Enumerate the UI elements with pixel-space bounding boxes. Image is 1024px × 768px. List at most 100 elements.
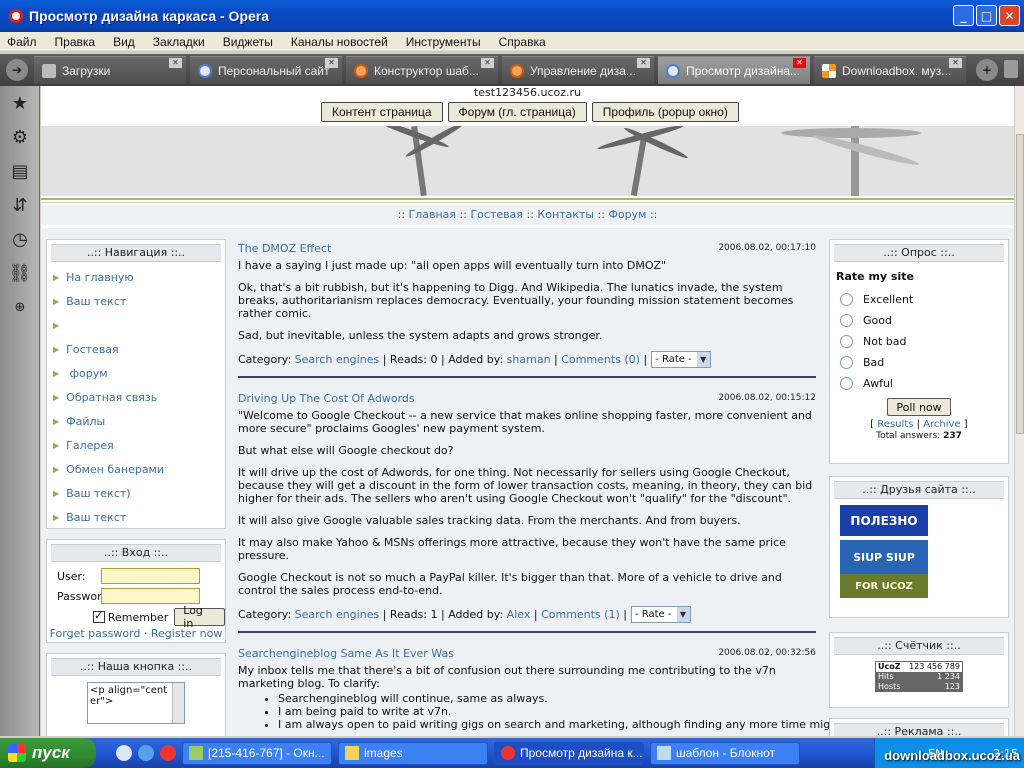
opera-icon bbox=[666, 63, 680, 78]
task-window[interactable]: images bbox=[338, 741, 488, 765]
page-scrollbar[interactable] bbox=[1014, 86, 1024, 736]
menu-file[interactable]: Файл bbox=[7, 35, 37, 49]
links-icon[interactable]: ⛓ bbox=[0, 256, 40, 290]
password-label: Password: bbox=[57, 589, 113, 603]
rate-select[interactable]: - Rate - ▼ bbox=[651, 351, 711, 368]
button-code-textarea[interactable]: <p align="center"> bbox=[87, 682, 185, 724]
menu-edit[interactable]: Правка bbox=[55, 35, 96, 49]
post-title-link[interactable]: Searchengineblog Same As It Ever Was bbox=[238, 647, 454, 660]
profile-popup-button[interactable]: Профиль (popup окно) bbox=[591, 102, 739, 122]
bookmarks-star-icon[interactable]: ★ bbox=[0, 86, 40, 120]
tab-close-icon[interactable]: ✕ bbox=[949, 58, 962, 68]
nav-item-text[interactable]: ▶ Ваш текст bbox=[47, 289, 225, 313]
remember-checkbox[interactable] bbox=[93, 609, 105, 623]
post-title-link[interactable]: Driving Up The Cost Of Adwords bbox=[238, 392, 415, 405]
nav-item-text-3[interactable]: ▶ Ваш текст bbox=[47, 505, 225, 529]
menu-feeds[interactable]: Каналы новостей bbox=[291, 35, 388, 49]
friend-banner[interactable]: ПОЛЕЗНО bbox=[840, 505, 928, 536]
nav-item-files[interactable]: ▶ Файлы bbox=[47, 409, 225, 433]
tab-design-preview[interactable]: Просмотр дизайна... ✕ bbox=[658, 56, 810, 84]
menu-widgets[interactable]: Виджеты bbox=[223, 35, 273, 49]
nav-item-text-2[interactable]: ▶ Ваш текст) bbox=[47, 481, 225, 505]
poll-option[interactable]: Not bad bbox=[830, 331, 1008, 352]
quicklaunch-icon[interactable] bbox=[116, 745, 132, 761]
friend-banner[interactable]: FOR UCOZ bbox=[840, 574, 928, 598]
tab-close-icon[interactable]: ✕ bbox=[169, 58, 182, 68]
friend-banner[interactable]: SIUP SIUP bbox=[840, 540, 928, 574]
comments-link[interactable]: Comments (0) bbox=[561, 353, 640, 366]
windows-taskbar: пуск [215-416-767] - Окн... images Просм… bbox=[0, 738, 1024, 768]
tab-back-icon[interactable]: ➔ bbox=[6, 59, 28, 81]
notes-icon[interactable]: ▤ bbox=[0, 154, 40, 188]
gear-icon[interactable]: ⚙ bbox=[0, 120, 40, 154]
poll-option[interactable]: Excellent bbox=[830, 289, 1008, 310]
poll-archive-link[interactable]: Archive bbox=[923, 419, 960, 430]
tab-downloadbox[interactable]: Downloadbox. муз... ✕ bbox=[814, 56, 966, 84]
tab-close-icon[interactable]: ✕ bbox=[481, 58, 494, 68]
maximize-button[interactable]: □ bbox=[976, 5, 997, 26]
close-window-button[interactable]: ✕ bbox=[999, 5, 1020, 26]
poll-results-link[interactable]: Results bbox=[877, 419, 913, 430]
rate-select[interactable]: - Rate - ▼ bbox=[630, 606, 691, 623]
add-panel-plus-icon[interactable]: ⊕ bbox=[0, 290, 40, 324]
category-link[interactable]: Search engines bbox=[295, 608, 380, 621]
poll-option[interactable]: Awful bbox=[830, 373, 1008, 394]
list-item: I am always open to paid writing gigs on… bbox=[278, 718, 869, 731]
nav-item-banner-exchange[interactable]: ▶ Обмен банерами bbox=[47, 457, 225, 481]
poll-option[interactable]: Bad bbox=[830, 352, 1008, 373]
menu-help[interactable]: Справка bbox=[499, 35, 546, 49]
nav-item-guestbook[interactable]: ▶ Гостевая bbox=[47, 337, 225, 361]
nav-item-feedback[interactable]: ▶ Обратная связь bbox=[47, 385, 225, 409]
author-link[interactable]: Alex bbox=[507, 608, 531, 621]
window-titlebar[interactable]: Просмотр дизайна каркаса - Opera _ □ ✕ bbox=[0, 0, 1024, 32]
register-link[interactable]: Register now bbox=[151, 627, 222, 640]
ie-icon[interactable] bbox=[138, 745, 154, 761]
comments-link[interactable]: Comments (1) bbox=[541, 608, 620, 621]
password-input[interactable] bbox=[101, 588, 200, 604]
task-window[interactable]: [215-416-767] - Окн... bbox=[182, 741, 332, 765]
transfers-icon[interactable]: ⇵ bbox=[0, 188, 40, 222]
task-window[interactable]: Просмотр дизайна к... bbox=[494, 741, 644, 765]
tab-close-icon[interactable]: ✕ bbox=[793, 58, 806, 68]
forgot-password-link[interactable]: Forget password bbox=[50, 627, 141, 640]
scroll-thumb[interactable] bbox=[1016, 134, 1024, 434]
minimize-button[interactable]: _ bbox=[953, 5, 974, 26]
tab-personal-site[interactable]: Персональный сайт ✕ bbox=[190, 56, 342, 84]
menu-bookmarks[interactable]: Закладки bbox=[153, 35, 205, 49]
nav-link-home[interactable]: Главная bbox=[409, 208, 457, 221]
nav-link-contacts[interactable]: Контакты bbox=[537, 208, 594, 221]
tab-label: Просмотр дизайна... bbox=[686, 63, 801, 78]
ucoz-counter[interactable]: UcoZ 123 456 789 Hits 1 234 Hosts 123 bbox=[875, 661, 963, 692]
content-page-button[interactable]: Контент страница bbox=[321, 102, 443, 122]
new-tab-plus-icon[interactable]: + bbox=[976, 59, 998, 81]
nav-item-gallery[interactable]: ▶ Галерея bbox=[47, 433, 225, 457]
tab-close-icon[interactable]: ✕ bbox=[325, 58, 338, 68]
username-input[interactable] bbox=[101, 568, 200, 584]
history-clock-icon[interactable]: ◷ bbox=[0, 222, 40, 256]
poll-now-button[interactable]: Poll now bbox=[887, 398, 951, 416]
nav-link-guestbook[interactable]: Гостевая bbox=[470, 208, 523, 221]
opera-icon[interactable] bbox=[160, 745, 176, 761]
nav-link-forum[interactable]: Форум bbox=[608, 208, 646, 221]
page-viewport: test123456.ucoz.ru Контент страница Фору… bbox=[41, 86, 1014, 736]
tab-downloads[interactable]: Загрузки ✕ bbox=[34, 56, 186, 84]
tab-design-management[interactable]: Управление диза... ✕ bbox=[502, 56, 654, 84]
forum-main-button[interactable]: Форум (гл. страница) bbox=[447, 102, 587, 122]
menu-tools[interactable]: Инструменты bbox=[406, 35, 481, 49]
category-link[interactable]: Search engines bbox=[295, 353, 380, 366]
menu-view[interactable]: Вид bbox=[113, 35, 135, 49]
task-window[interactable]: шаблон - Блокнот bbox=[650, 741, 800, 765]
nav-item-forum[interactable]: ▶ форум bbox=[47, 361, 225, 385]
tab-close-icon[interactable]: ✕ bbox=[637, 58, 650, 68]
trash-icon[interactable] bbox=[1004, 60, 1018, 78]
author-link[interactable]: shaman bbox=[507, 353, 551, 366]
tab-template-builder[interactable]: Конструктор шаб... ✕ bbox=[346, 56, 498, 84]
poll-option[interactable]: Good bbox=[830, 310, 1008, 331]
post-title-link[interactable]: The DMOZ Effect bbox=[238, 242, 331, 255]
start-button[interactable]: пуск bbox=[0, 738, 96, 768]
nav-item-empty[interactable]: ▶ bbox=[47, 313, 225, 337]
post-searchengineblog: Searchengineblog Same As It Ever Was 200… bbox=[238, 647, 869, 731]
login-button[interactable]: Log in bbox=[174, 604, 225, 630]
nav-item-home[interactable]: ▶ На главную bbox=[47, 265, 225, 289]
poll-question: Rate my site bbox=[836, 270, 914, 283]
